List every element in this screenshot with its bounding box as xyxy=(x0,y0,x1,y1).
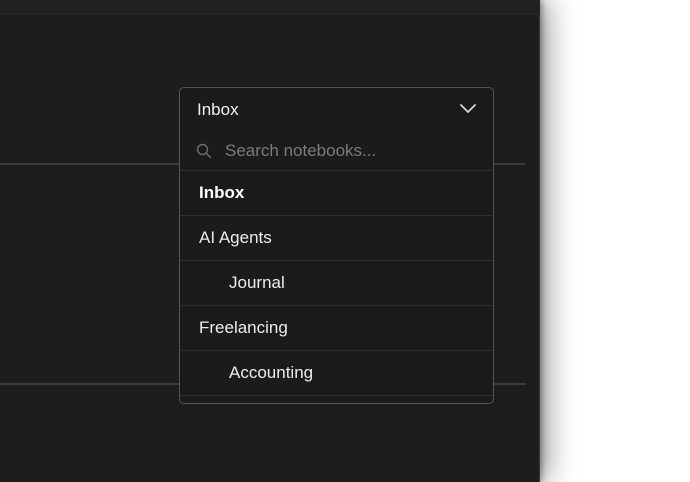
notebook-search-row xyxy=(180,132,493,171)
notebook-picker-trigger[interactable]: Inbox xyxy=(180,88,493,132)
notebook-item-inbox[interactable]: Inbox xyxy=(180,171,493,216)
selected-notebook-label: Inbox xyxy=(197,100,239,119)
notebook-list: Inbox AI Agents Journal Freelancing Acco… xyxy=(180,171,493,396)
notebook-picker-dropdown[interactable]: Inbox Inbox AI Agents Journal Freel xyxy=(179,87,494,404)
search-icon xyxy=(196,143,212,159)
notebook-item-label: Freelancing xyxy=(199,318,288,337)
top-toolbar-strip xyxy=(0,0,540,15)
notebook-item-label: Inbox xyxy=(199,183,245,202)
notebook-item-journal[interactable]: Journal xyxy=(180,261,493,306)
notebook-item-ai-agents[interactable]: AI Agents xyxy=(180,216,493,261)
notebook-item-freelancing[interactable]: Freelancing xyxy=(180,306,493,351)
app-window: Inbox Inbox AI Agents Journal Freel xyxy=(0,0,540,482)
notebook-item-label: Journal xyxy=(229,273,285,292)
notebook-item-accounting[interactable]: Accounting xyxy=(180,351,493,396)
chevron-down-icon[interactable] xyxy=(459,100,477,118)
notebook-item-label: AI Agents xyxy=(199,228,272,247)
notebook-item-label: Accounting xyxy=(229,363,314,382)
notebook-search-input[interactable] xyxy=(225,141,465,161)
